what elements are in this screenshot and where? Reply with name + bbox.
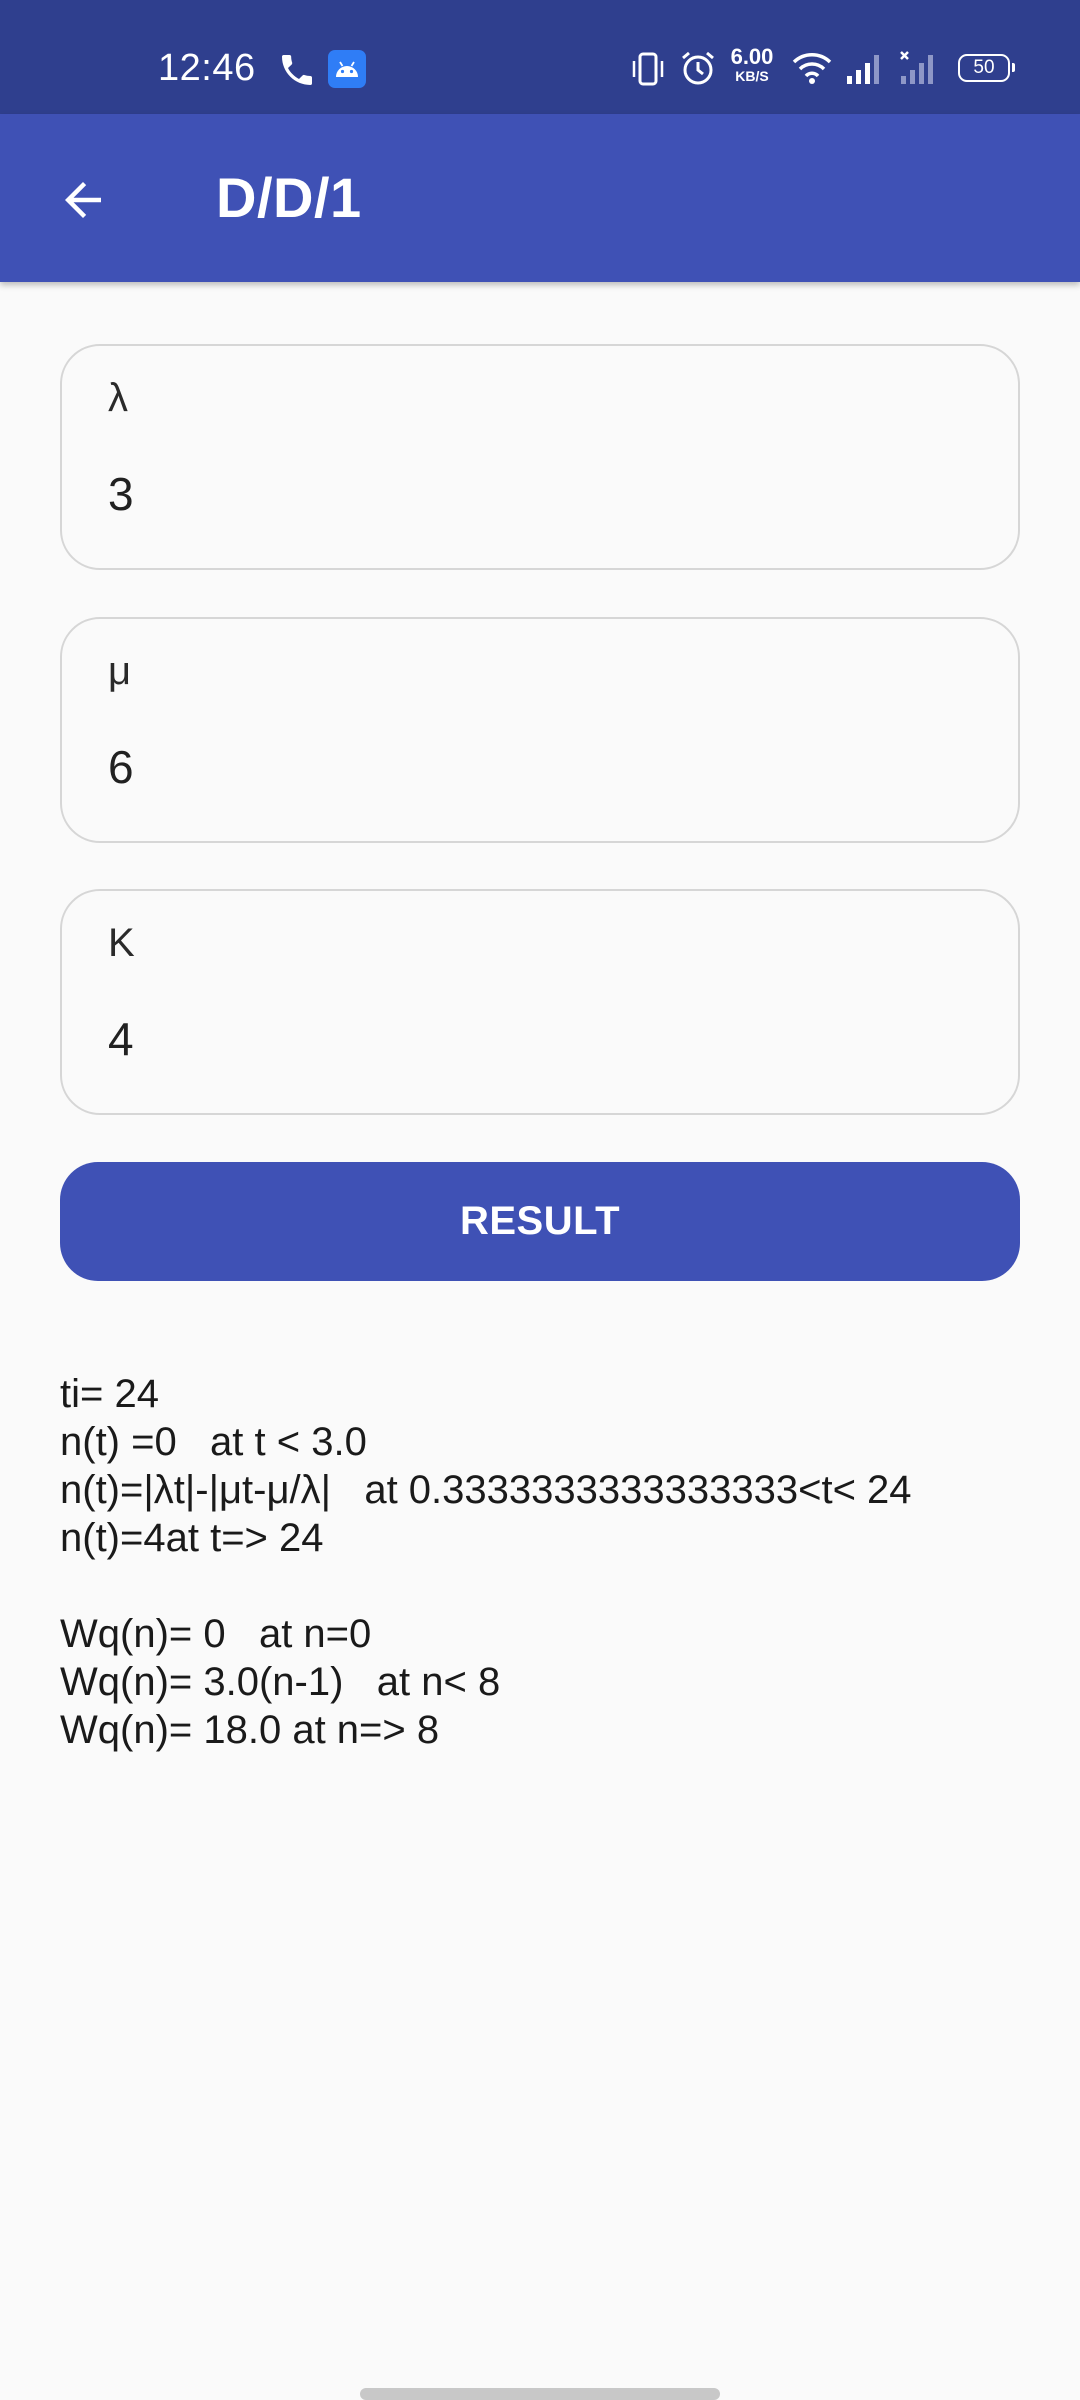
cell-signal-icon	[845, 50, 883, 88]
status-bar: 12:46 6.00 KB/S 50	[0, 0, 1080, 114]
arrow-back-icon	[65, 182, 101, 218]
network-speed: 6.00 KB/S	[727, 44, 777, 84]
result-line-nt-formula: n(t)=|λt|-|μt-μ/λ| at 0.3333333333333333…	[60, 1468, 912, 1512]
battery-icon: 50	[958, 54, 1015, 82]
app-bar: D/D/1	[0, 114, 1080, 282]
gesture-nav-bar[interactable]	[360, 2388, 720, 2400]
android-notification-icon	[328, 50, 366, 88]
vibrate-icon	[630, 50, 666, 88]
result-button[interactable]: RESULT	[60, 1162, 1020, 1281]
network-speed-unit: KB/S	[735, 68, 769, 84]
result-line-ti: ti= 24	[60, 1372, 159, 1416]
k-label: K	[108, 921, 135, 965]
mu-label: μ	[108, 649, 132, 693]
lambda-label: λ	[108, 376, 128, 420]
lambda-input[interactable]	[108, 464, 968, 524]
mu-input[interactable]	[108, 737, 968, 797]
k-input[interactable]	[108, 1009, 968, 1069]
network-speed-value: 6.00	[730, 44, 774, 69]
result-line-nt-zero: n(t) =0 at t < 3.0	[60, 1420, 367, 1464]
phone-call-icon	[277, 50, 317, 90]
result-spacer	[60, 1562, 1040, 1610]
results-output: ti= 24 n(t) =0 at t < 3.0 n(t)=|λt|-|μt-…	[60, 1370, 1040, 1754]
mu-field[interactable]: μ	[60, 617, 1020, 843]
alarm-icon	[679, 49, 717, 87]
result-line-nt-final: n(t)=4at t=> 24	[60, 1516, 324, 1560]
page-title: D/D/1	[216, 166, 362, 229]
status-time: 12:46	[158, 47, 256, 89]
result-line-wq-zero: Wq(n)= 0 at n=0	[60, 1612, 372, 1656]
lambda-field[interactable]: λ	[60, 344, 1020, 570]
wifi-icon	[791, 50, 833, 86]
result-line-wq-final: Wq(n)= 18.0 at n=> 8	[60, 1708, 440, 1752]
k-field[interactable]: K	[60, 889, 1020, 1115]
cell-signal-no-service-icon	[899, 50, 937, 88]
back-button[interactable]	[36, 154, 132, 244]
result-line-wq-formula: Wq(n)= 3.0(n-1) at n< 8	[60, 1660, 501, 1704]
